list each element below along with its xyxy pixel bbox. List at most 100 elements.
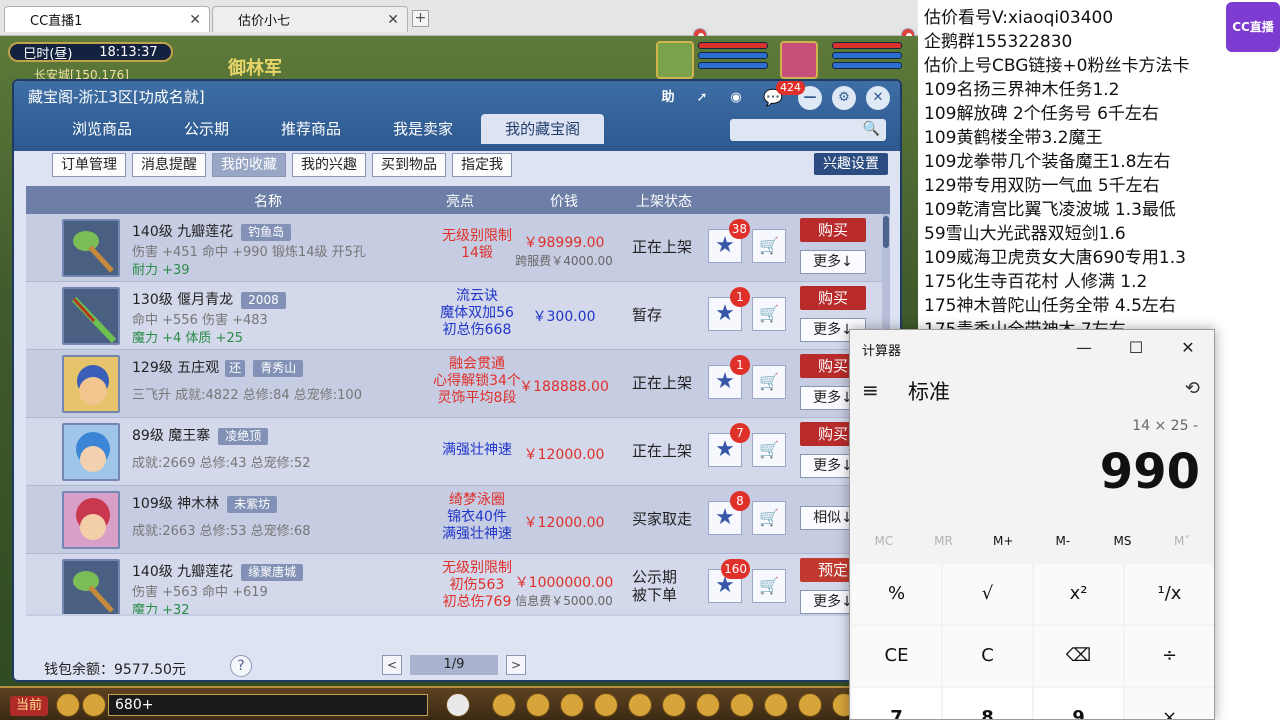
table-row[interactable]: 130级 偃月青龙 2008 命中 +556 伤害 +483 魔力 +4 体质 +… <box>26 282 882 350</box>
give-icon[interactable] <box>560 693 584 717</box>
close-icon[interactable]: ✕ <box>866 86 890 110</box>
emoji-icon[interactable] <box>82 693 106 717</box>
digit-8-key[interactable]: 8 <box>943 688 1032 719</box>
memory-clear-button[interactable]: MC <box>854 534 914 548</box>
table-row[interactable]: 109级 神木林 未紫坊 成就:2663 总修:53 总宠修:68 绮梦泳圈 锦衣… <box>26 486 882 554</box>
help-icon[interactable]: ? <box>230 655 252 677</box>
multiply-key[interactable]: × <box>1125 688 1214 719</box>
search-input[interactable]: 🔍 <box>730 119 886 141</box>
tab-recommend[interactable]: 推荐商品 <box>257 114 365 144</box>
attack-icon[interactable] <box>492 693 516 717</box>
percent-key[interactable]: % <box>852 564 941 624</box>
message-reminder-button[interactable]: 消息提醒 <box>132 153 206 177</box>
close-button[interactable]: ✕ <box>1162 330 1214 366</box>
divide-key[interactable]: ÷ <box>1125 626 1214 686</box>
digit-7-key[interactable]: 7 <box>852 688 941 719</box>
bought-items-button[interactable]: 买到物品 <box>372 153 446 177</box>
tab-my-cbg[interactable]: 我的藏宝阁 <box>481 114 605 144</box>
favorite-star-icon[interactable]: ★ 1 <box>708 355 750 399</box>
browser-tab-cc[interactable]: CC直播1 ✕ <box>4 6 707 42</box>
shopping-cart-icon[interactable]: 🛒 <box>752 569 786 603</box>
favorite-star-icon[interactable]: ★ 160 <box>708 559 750 603</box>
team-icon[interactable] <box>628 693 652 717</box>
shopping-cart-icon[interactable]: 🛒 <box>752 501 786 535</box>
share-icon[interactable]: ➚ <box>690 86 714 110</box>
cbg-toolbar: 助 ➚ ◉ 💬 424 — ⚙ ✕ <box>656 81 890 110</box>
memory-recall-button[interactable]: MR <box>914 534 974 548</box>
character-avatar-icon[interactable] <box>62 491 120 549</box>
favorite-star-icon[interactable]: ★ 38 <box>708 219 750 263</box>
order-manage-button[interactable]: 订单管理 <box>52 153 126 177</box>
maximize-button[interactable]: ☐ <box>1110 330 1162 366</box>
interest-settings-button[interactable]: 兴趣设置 <box>814 153 888 175</box>
dragon-blade-icon[interactable] <box>62 287 120 345</box>
lotus-weapon-icon[interactable] <box>62 219 120 277</box>
tab-publicity[interactable]: 公示期 <box>160 114 253 144</box>
table-row[interactable]: 140级 九瓣莲花 钓鱼岛 伤害 +451 命中 +990 锻炼14级 开5孔 耐… <box>26 214 882 282</box>
favorite-star-icon[interactable]: ★ 1 <box>708 287 750 331</box>
favorite-star-icon[interactable]: ★ 8 <box>708 491 750 535</box>
more-button[interactable]: 更多↓ <box>800 250 866 274</box>
tab-browse[interactable]: 浏览商品 <box>48 114 156 144</box>
scrollbar-thumb[interactable] <box>883 216 889 248</box>
pet-portrait[interactable] <box>656 41 694 79</box>
chat-input[interactable]: 680+ <box>108 694 428 716</box>
buy-button[interactable]: 购买 <box>800 218 866 242</box>
shopping-cart-icon[interactable]: 🛒 <box>752 433 786 467</box>
hamburger-menu-icon[interactable]: ≡ <box>862 378 879 402</box>
square-key[interactable]: x² <box>1034 564 1123 624</box>
memory-subtract-button[interactable]: M- <box>1033 534 1093 548</box>
minimize-button[interactable]: — <box>1058 330 1110 366</box>
browser-tab-guja[interactable]: 估价小七 ✕ <box>212 6 915 42</box>
designated-to-me-button[interactable]: 指定我 <box>452 153 512 177</box>
character-avatar-icon[interactable] <box>62 423 120 481</box>
tab-seller[interactable]: 我是卖家 <box>369 114 477 144</box>
history-icon[interactable]: ⟲ <box>1185 378 1200 399</box>
overlay-line: 企鹅群155322830 <box>924 32 1073 52</box>
record-icon[interactable]: ◉ <box>724 86 748 110</box>
close-icon[interactable]: ✕ <box>189 12 201 28</box>
task-icon[interactable] <box>696 693 720 717</box>
price-cell: ￥188888.00 <box>514 376 614 396</box>
search-icon[interactable]: 🔍 <box>863 121 880 137</box>
settings-gear-icon[interactable]: ⚙ <box>832 86 856 110</box>
digit-9-key[interactable]: 9 <box>1034 688 1123 719</box>
guild-icon[interactable] <box>730 693 754 717</box>
close-icon[interactable]: ✕ <box>387 12 399 28</box>
backspace-key[interactable]: ⌫ <box>1034 626 1123 686</box>
pet-panda-icon[interactable] <box>446 693 470 717</box>
sqrt-key[interactable]: √ <box>943 564 1032 624</box>
lotus-weapon-icon[interactable] <box>62 559 120 614</box>
pet-icon[interactable] <box>662 693 686 717</box>
clear-key[interactable]: C <box>943 626 1032 686</box>
player-portrait[interactable] <box>780 41 818 79</box>
memory-store-button[interactable]: MS <box>1093 534 1153 548</box>
character-avatar-icon[interactable] <box>62 355 120 413</box>
item-title: 109级 神木林 未紫坊 <box>132 493 278 513</box>
memory-add-button[interactable]: M+ <box>973 534 1033 548</box>
next-page-button[interactable]: > <box>506 655 526 675</box>
buy-button[interactable]: 购买 <box>800 286 866 310</box>
reciprocal-key[interactable]: ¹/x <box>1125 564 1214 624</box>
clear-entry-key[interactable]: CE <box>852 626 941 686</box>
bag-icon[interactable] <box>526 693 550 717</box>
my-interest-button[interactable]: 我的兴趣 <box>292 153 366 177</box>
table-row[interactable]: 89级 魔王寨 凌绝顶 成就:2669 总修:43 总宠修:52 满强壮神速 ￥1… <box>26 418 882 486</box>
table-row[interactable]: 140级 九瓣莲花 缘聚唐城 伤害 +563 命中 +619 魔力 +32 无级别… <box>26 554 882 614</box>
my-favorites-button[interactable]: 我的收藏 <box>212 153 286 177</box>
microphone-icon[interactable] <box>56 693 80 717</box>
message-icon[interactable]: 💬 424 <box>758 81 805 110</box>
prev-page-button[interactable]: < <box>382 655 402 675</box>
chat-channel-button[interactable]: 当前 <box>10 696 48 716</box>
favorite-star-icon[interactable]: ★ 7 <box>708 423 750 467</box>
map-icon[interactable] <box>764 693 788 717</box>
help-button[interactable]: 助 <box>656 86 680 110</box>
shopping-cart-icon[interactable]: 🛒 <box>752 229 786 263</box>
new-tab-button[interactable]: + <box>412 10 429 27</box>
friends-icon[interactable] <box>798 693 822 717</box>
trade-icon[interactable] <box>594 693 618 717</box>
shopping-cart-icon[interactable]: 🛒 <box>752 297 786 331</box>
shopping-cart-icon[interactable]: 🛒 <box>752 365 786 399</box>
table-row[interactable]: 129级 五庄观还青秀山 三飞升 成就:4822 总修:84 总宠修:100 融… <box>26 350 882 418</box>
memory-list-button[interactable]: M˅ <box>1152 534 1212 548</box>
